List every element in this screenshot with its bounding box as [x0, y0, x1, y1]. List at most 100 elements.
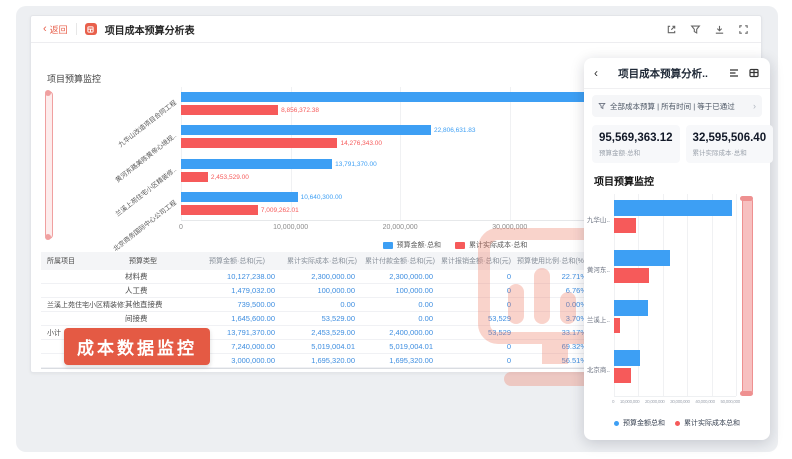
filter-bar[interactable]: 全部成本预算 | 所有时间 | 等于已通过 ›: [592, 95, 762, 117]
legend-label: 累计实际成本·总和: [469, 240, 527, 250]
mobile-preview-panel: ‹ 项目成本预算分析.. 全部成本预算 | 所有时间 | 等于已通过 › 95,…: [584, 58, 770, 440]
report-app-icon: [85, 23, 97, 35]
filter-text: 全部成本预算 | 所有时间 | 等于已通过: [610, 101, 735, 112]
chart-category-axis: 九华山改造项目合同工程黄河东路美陈黄帝心境规..兰溪上苑住宅小区精装修..北京商…: [31, 87, 181, 220]
back-button[interactable]: ‹ 返回: [43, 23, 68, 36]
bar: [614, 300, 648, 316]
divider: [76, 23, 77, 35]
bar-value-label: 13,791,370.00: [335, 160, 377, 169]
bar: [614, 268, 649, 283]
table-cell: 2,300,000.00: [361, 272, 439, 281]
x-tick-label: 0: [612, 399, 614, 404]
bar-value-label: 2,453,529.00: [211, 173, 249, 182]
cost-data-monitor-label: 成本数据监控: [64, 328, 210, 365]
table-cell: 0.00: [361, 314, 439, 323]
list-icon[interactable]: [728, 67, 740, 79]
column-header: 所属项目: [41, 256, 129, 266]
back-chevron-icon: ‹: [43, 25, 47, 34]
funnel-icon: [598, 102, 606, 110]
chart-block-title: 项目预算监控: [47, 72, 101, 85]
table-cell: 1,695,320.00: [361, 356, 439, 365]
metric-value: 95,569,363.12: [599, 132, 673, 144]
bar: [614, 318, 620, 333]
gridline: [736, 194, 737, 396]
table-cell: 3,000,000.00: [201, 356, 281, 365]
bar: [181, 138, 337, 148]
chevron-right-icon: ›: [753, 101, 756, 111]
column-header: 预算类型: [129, 256, 209, 266]
bar-value-label: 8,856,372.38: [281, 106, 319, 115]
back-label: 返回: [50, 23, 68, 36]
panel-plot-area: [614, 194, 736, 397]
bar: [614, 350, 640, 366]
gridline: [510, 87, 511, 220]
export-icon[interactable]: [714, 24, 725, 35]
panel-header-icons: [728, 67, 760, 79]
legend-label: 累计实际成本总和: [684, 418, 740, 428]
x-tick-label: 30,000,000: [492, 224, 527, 231]
table-icon[interactable]: [748, 67, 760, 79]
bar: [614, 200, 732, 216]
column-header: 累计付款金额·总和(元): [365, 256, 441, 266]
bar: [614, 250, 670, 266]
panel-budget-chart: 九华山..黄河东..兰溪上..北京商.. 010,000,00020,000,0…: [584, 194, 770, 408]
bar-value-label: 14,276,343.00: [340, 139, 382, 148]
x-tick-label: 50,000,000: [720, 399, 740, 404]
x-tick-label: 10,000,000: [273, 224, 308, 231]
x-tick-label: 0: [179, 224, 183, 231]
table-cell: 材料费: [125, 271, 201, 282]
table-cell: 739,500.00: [201, 300, 281, 309]
filter-icon[interactable]: [690, 24, 701, 35]
bar: [181, 125, 431, 135]
legend-swatch: [455, 242, 465, 249]
table-cell: 1,479,032.00: [201, 286, 281, 295]
table-cell: 53,529: [439, 314, 517, 323]
table-cell: 0: [439, 300, 517, 309]
legend-swatch: [383, 242, 393, 249]
bar-value-label: 22,806,631.83: [434, 126, 476, 135]
table-cell: 其他直接费: [125, 299, 201, 310]
category-label: 北京商..: [587, 364, 610, 374]
panel-chart-scrollbar[interactable]: [742, 196, 753, 396]
legend-item[interactable]: 累计实际成本总和: [675, 418, 740, 428]
gridline: [400, 87, 401, 220]
table-cell: 33.17%: [517, 328, 593, 337]
table-cell: 22.71%: [517, 272, 593, 281]
bar-value-label: 7,009,262.01: [261, 206, 299, 215]
bar: [181, 192, 298, 202]
legend-swatch: [675, 421, 680, 426]
metric-value: 32,595,506.40: [693, 132, 767, 144]
fullscreen-icon[interactable]: [738, 24, 749, 35]
bar: [614, 368, 631, 383]
metric-cards: 95,569,363.12 预算金额·总和 32,595,506.40 累计实际…: [592, 125, 762, 163]
legend-item[interactable]: 预算金额总和: [614, 418, 665, 428]
table-cell: 10,127,238.00: [201, 272, 281, 281]
legend-label: 预算金额总和: [623, 418, 665, 428]
x-tick-label: 30,000,000: [670, 399, 690, 404]
table-cell: 0.00: [281, 300, 361, 309]
table-cell: 53,529.00: [281, 314, 361, 323]
column-header: 预算金额·总和(元): [209, 256, 287, 266]
category-label: 兰溪上..: [587, 314, 610, 324]
table-cell: 0.00%: [517, 300, 593, 309]
table-cell: 0.00: [361, 300, 439, 309]
column-header: 累计实际成本·总和(元): [287, 256, 365, 266]
table-cell: 69.32%: [517, 342, 593, 351]
table-cell: 0: [439, 286, 517, 295]
table-cell: 间接费: [125, 313, 201, 324]
x-tick-label: 20,000,000: [383, 224, 418, 231]
table-cell: 7,240,000.00: [201, 342, 281, 351]
legend-item[interactable]: 预算金额·总和: [383, 240, 441, 250]
share-icon[interactable]: [666, 24, 677, 35]
table-cell: 3.70%: [517, 314, 593, 323]
table-cell: 5,019,004.01: [361, 342, 439, 351]
table-cell: 53,529: [439, 328, 517, 337]
table-cell: 2,453,529.00: [281, 328, 361, 337]
category-label: 九华山..: [587, 214, 610, 224]
legend-item[interactable]: 累计实际成本·总和: [455, 240, 527, 250]
bar: [181, 172, 208, 182]
table-cell: 0: [439, 342, 517, 351]
table-cell: 100,000.00: [281, 286, 361, 295]
x-tick-label: 10,000,000: [620, 399, 640, 404]
table-cell: 2,400,000.00: [361, 328, 439, 337]
